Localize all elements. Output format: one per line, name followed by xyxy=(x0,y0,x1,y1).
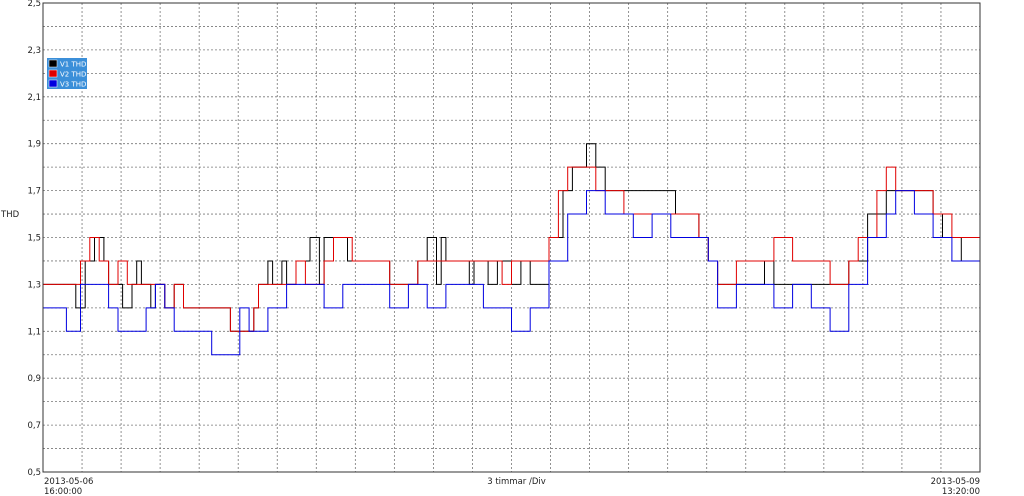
y-tick-label: 1,7 xyxy=(27,187,41,197)
plot-background xyxy=(0,0,1024,496)
y-tick-label: 2,3 xyxy=(27,46,41,56)
legend-label: V1 THD xyxy=(60,61,86,69)
y-tick-label: 0,7 xyxy=(27,421,41,431)
x-start-time-label: 16:00:00 xyxy=(44,487,82,496)
y-tick-label: 2,5 xyxy=(27,0,41,9)
y-tick-label: 1,1 xyxy=(27,327,41,337)
y-axis-label: THD xyxy=(0,210,20,220)
legend-swatch xyxy=(48,79,58,88)
thd-chart: 0,5 0,7 0,9 1,1 1,3 1,5 1,7 1,9 2,1 2,3 2,5 THD 3 … xyxy=(0,0,1024,496)
legend-label: V3 THD xyxy=(60,81,86,89)
y-tick-label: 0,5 xyxy=(27,468,41,478)
x-start-date-label: 2013-05-06 xyxy=(44,477,93,487)
y-tick-label: 1,3 xyxy=(27,280,41,290)
y-tick-label: 2,1 xyxy=(27,93,41,103)
x-end-time-label: 13:20:00 xyxy=(942,487,980,496)
legend: V1 THD V2 THD V3 THD xyxy=(47,58,87,89)
legend-swatch xyxy=(48,69,58,78)
legend-label: V2 THD xyxy=(60,71,86,79)
y-tick-label: 1,5 xyxy=(27,234,41,244)
legend-swatch xyxy=(48,59,58,68)
x-end-date-label: 2013-05-09 xyxy=(931,477,980,487)
x-axis-label: 3 timmar /Div xyxy=(487,477,546,487)
y-tick-label: 0,9 xyxy=(27,374,41,384)
y-tick-label: 1,9 xyxy=(27,140,41,150)
grid xyxy=(43,3,980,472)
